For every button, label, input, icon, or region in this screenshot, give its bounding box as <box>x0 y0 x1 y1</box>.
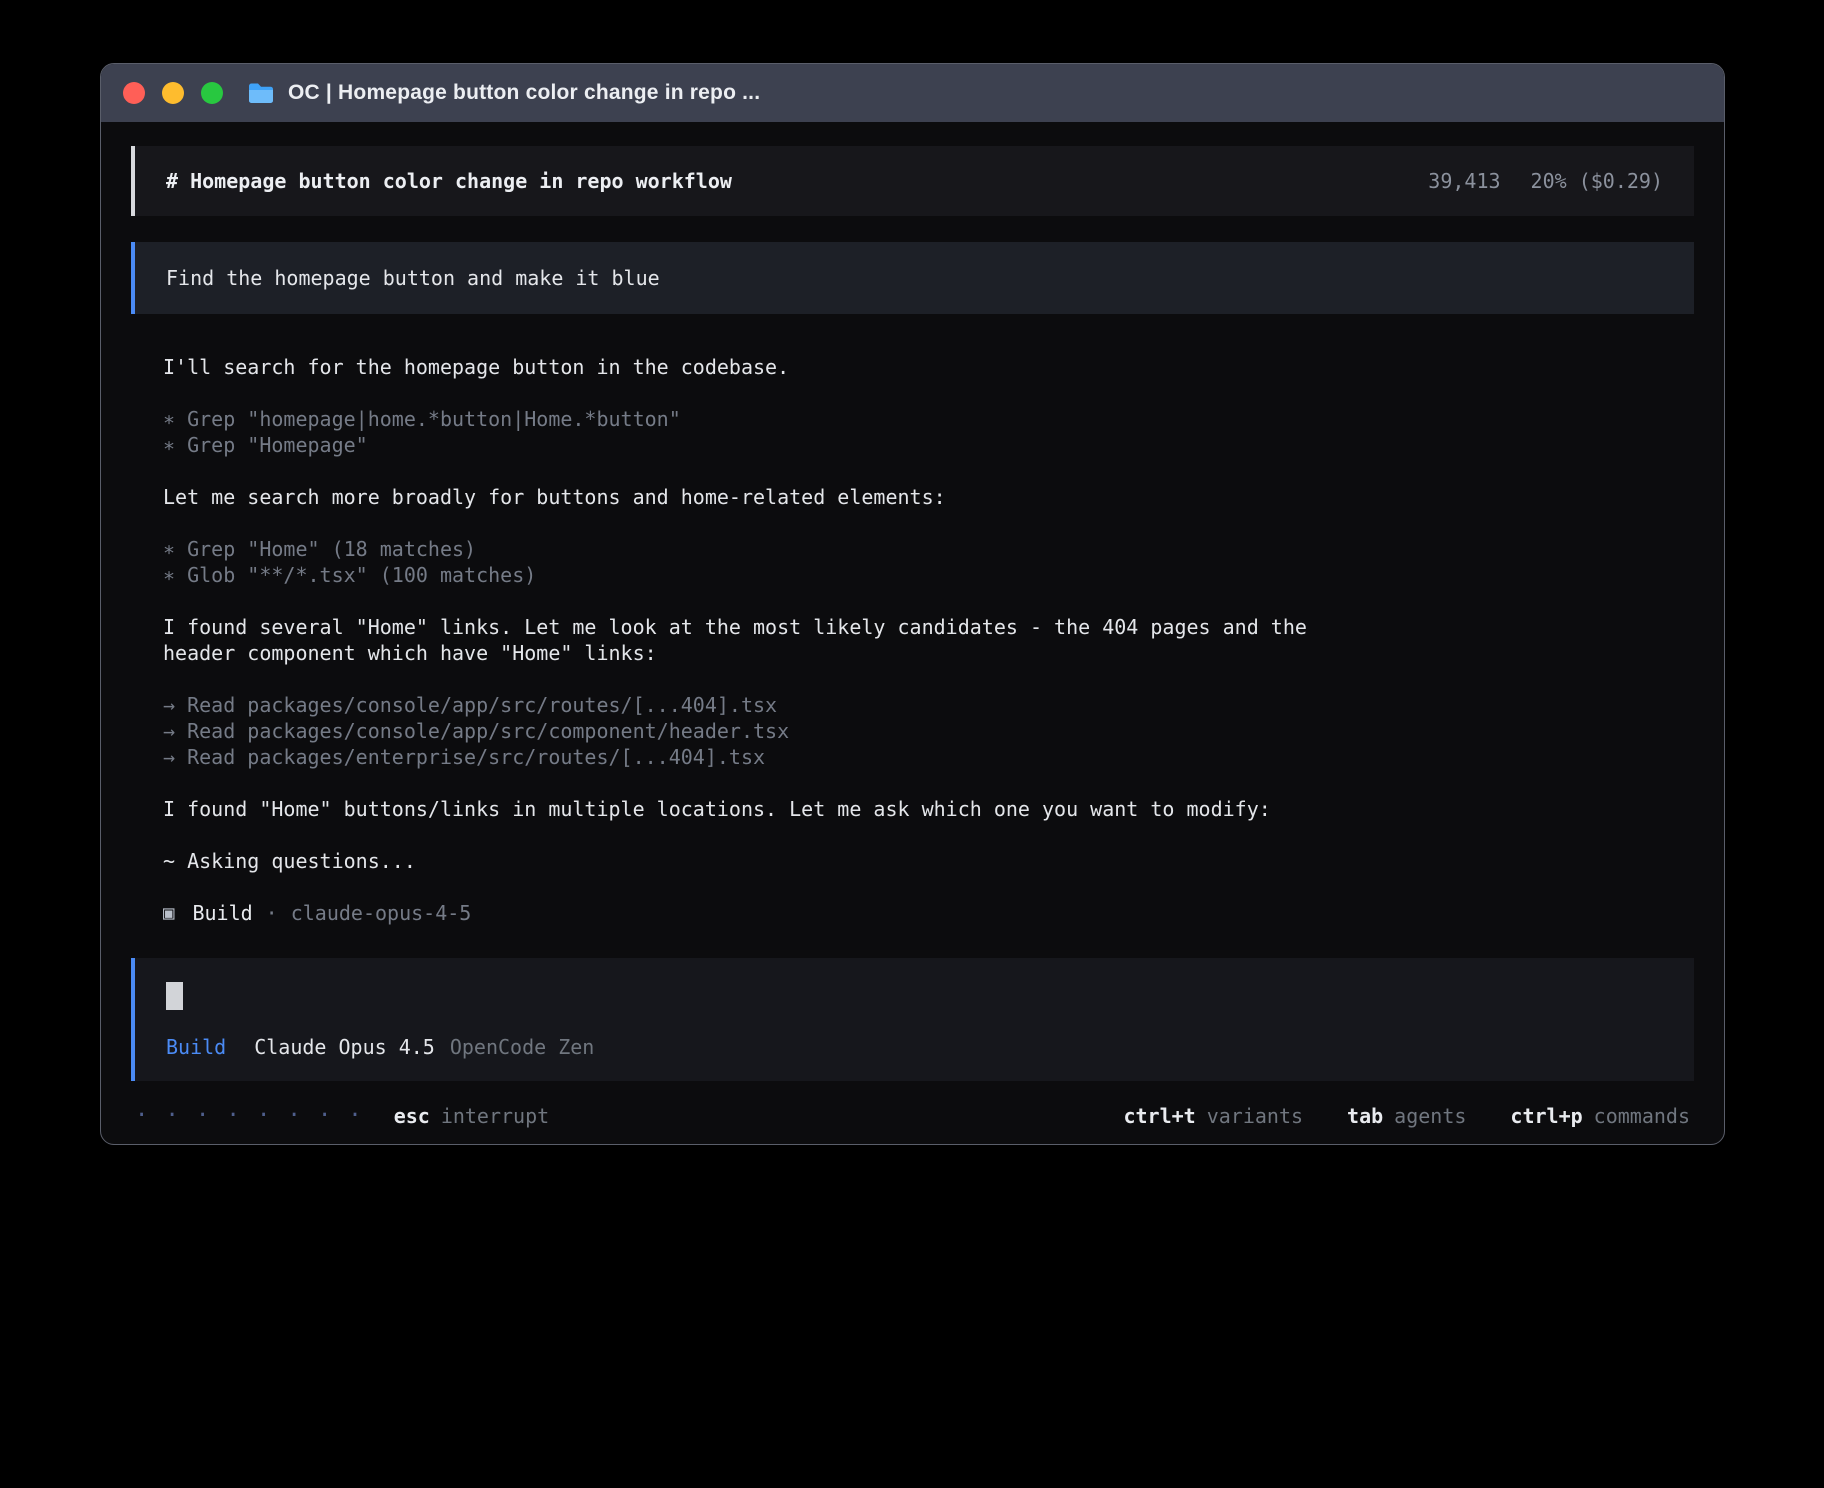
model-label: Claude Opus 4.5 <box>254 1035 435 1059</box>
conversation: I'll search for the homepage button in t… <box>131 354 1694 952</box>
tool-call: ∗ Grep "Home" (18 matches) <box>163 536 1353 562</box>
shortcut-label: commands <box>1594 1104 1690 1128</box>
user-message-text: Find the homepage button and make it blu… <box>166 266 660 290</box>
tool-call: → Read packages/console/app/src/componen… <box>163 718 1353 744</box>
assistant-status-text: ~ Asking questions... <box>163 848 1353 874</box>
tool-call: ∗ Grep "homepage|home.*button|Home.*butt… <box>163 406 1353 432</box>
agent-icon: ▣ <box>163 900 174 926</box>
status-bar: · · · · · · · · esc interrupt ctrl+t var… <box>131 1103 1694 1128</box>
terminal-content: # Homepage button color change in repo w… <box>101 122 1724 1145</box>
assistant-paragraph: Let me search more broadly for buttons a… <box>163 484 1662 510</box>
agent-model: claude-opus-4-5 <box>291 900 472 926</box>
traffic-lights <box>123 82 223 104</box>
context-usage: 20% ($0.29) <box>1531 169 1663 193</box>
status-right: ctrl+t variants tab agents ctrl+p comman… <box>1123 1104 1690 1128</box>
assistant-text: I'll search for the homepage button in t… <box>163 354 1353 380</box>
tool-call: → Read packages/console/app/src/routes/[… <box>163 692 1353 718</box>
shortcut-label: variants <box>1207 1104 1303 1128</box>
assistant-paragraph: I found several "Home" links. Let me loo… <box>163 614 1662 666</box>
spinner-dots: · · · · · · · · <box>135 1103 364 1128</box>
assistant-text: I found "Home" buttons/links in multiple… <box>163 796 1353 822</box>
shortcut-key: tab <box>1347 1104 1383 1128</box>
status-left: · · · · · · · · esc interrupt <box>135 1103 549 1128</box>
model-line: Build Claude Opus 4.5 OpenCode Zen <box>166 1035 1663 1059</box>
folder-icon <box>247 82 275 105</box>
agent-name: Build <box>192 900 252 926</box>
close-button[interactable] <box>123 82 145 104</box>
shortcut-label: agents <box>1394 1104 1466 1128</box>
tool-call: ∗ Grep "Homepage" <box>163 432 1353 458</box>
provider-label: OpenCode Zen <box>450 1035 595 1059</box>
titlebar[interactable]: OC | Homepage button color change in rep… <box>101 64 1724 122</box>
text-cursor <box>166 982 183 1010</box>
zoom-button[interactable] <box>201 82 223 104</box>
session-header: # Homepage button color change in repo w… <box>131 146 1694 216</box>
esc-key-hint: esc <box>394 1104 430 1128</box>
token-count: 39,413 <box>1428 169 1500 193</box>
window-title: OC | Homepage button color change in rep… <box>288 81 760 105</box>
assistant-text: Let me search more broadly for buttons a… <box>163 484 1353 510</box>
shortcut-variants: ctrl+t variants <box>1123 1104 1303 1128</box>
prompt-input[interactable]: Build Claude Opus 4.5 OpenCode Zen <box>131 958 1694 1081</box>
session-title: # Homepage button color change in repo w… <box>166 169 732 193</box>
tool-call: → Read packages/enterprise/src/routes/[.… <box>163 744 1353 770</box>
tool-call-group: → Read packages/console/app/src/routes/[… <box>163 692 1662 770</box>
tool-call-group: ∗ Grep "Home" (18 matches) ∗ Glob "**/*.… <box>163 536 1662 588</box>
session-meta: 39,413 20% ($0.29) <box>1428 169 1663 193</box>
shortcut-agents: tab agents <box>1347 1104 1466 1128</box>
mode-label: Build <box>166 1035 226 1059</box>
assistant-paragraph: I'll search for the homepage button in t… <box>163 354 1662 380</box>
assistant-paragraph: I found "Home" buttons/links in multiple… <box>163 796 1662 822</box>
user-message: Find the homepage button and make it blu… <box>131 242 1694 314</box>
desktop: OC | Homepage button color change in rep… <box>0 0 1824 1488</box>
shortcut-key: ctrl+p <box>1510 1104 1582 1128</box>
minimize-button[interactable] <box>162 82 184 104</box>
assistant-text: I found several "Home" links. Let me loo… <box>163 614 1353 666</box>
agent-separator: · <box>266 900 278 926</box>
assistant-paragraph: ~ Asking questions... <box>163 848 1662 874</box>
tool-call-group: ∗ Grep "homepage|home.*button|Home.*butt… <box>163 406 1662 458</box>
esc-key-label: interrupt <box>441 1104 549 1128</box>
shortcut-key: ctrl+t <box>1123 1104 1195 1128</box>
shortcut-commands: ctrl+p commands <box>1510 1104 1690 1128</box>
terminal-window: OC | Homepage button color change in rep… <box>100 63 1725 1145</box>
agent-status-line: ▣ Build · claude-opus-4-5 <box>163 900 1662 926</box>
tool-call: ∗ Glob "**/*.tsx" (100 matches) <box>163 562 1353 588</box>
